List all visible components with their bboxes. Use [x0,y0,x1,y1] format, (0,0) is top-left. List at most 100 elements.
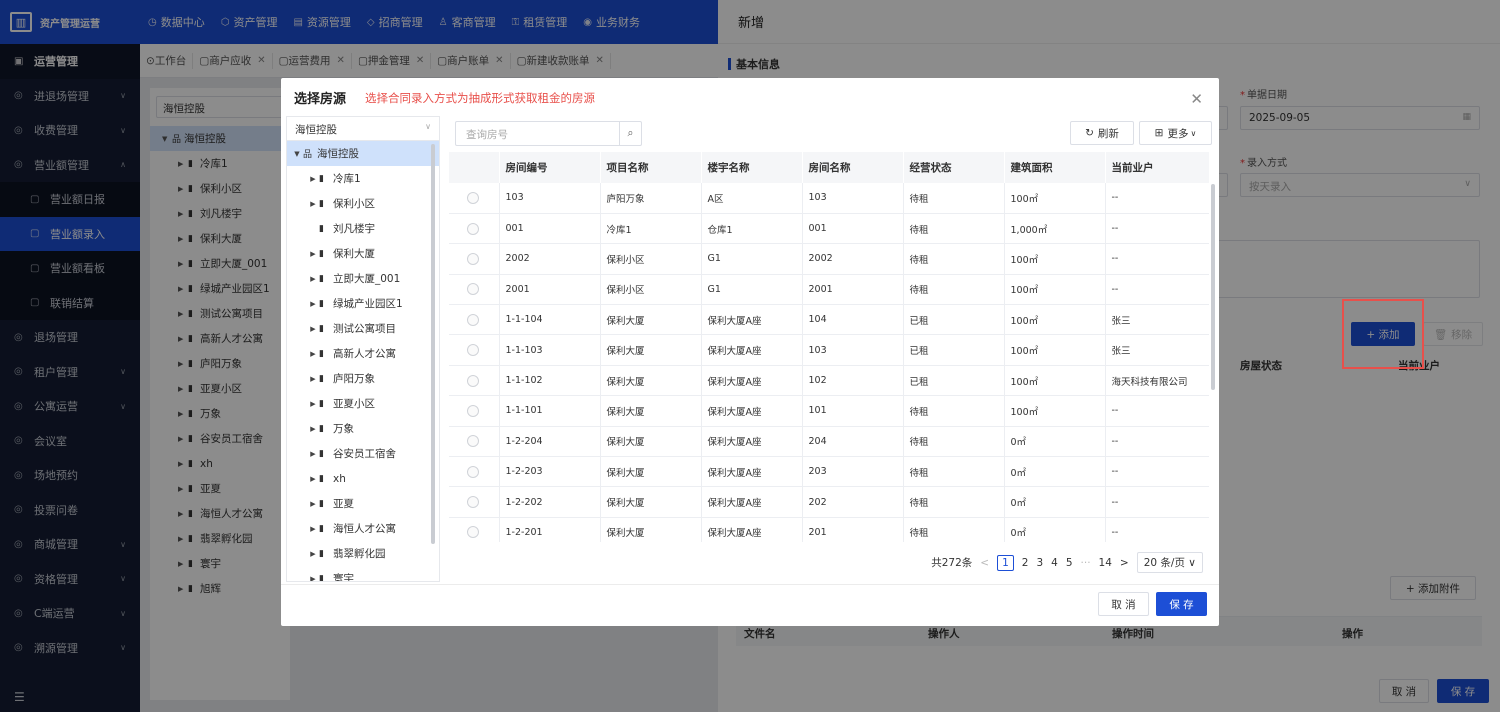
room-search-input[interactable]: 查询房号 ⌕ [455,121,642,146]
radio-cell[interactable] [449,304,500,336]
table-row[interactable]: 1-1-101 保利大厦 保利大厦A座 101 待租 100㎡ -- [449,395,1209,427]
page-size-select[interactable]: 20 条/页 ∨ [1136,552,1203,573]
page-3[interactable]: 3 [1036,557,1043,569]
radio-cell[interactable] [449,243,500,275]
radio-cell[interactable] [449,183,500,214]
modal-tree-node[interactable]: ▶ ▮ 亚夏 [287,491,439,516]
modal-tree-node[interactable]: ▮ 刘凡楼宇 [287,216,439,241]
table-row[interactable]: 1-2-201 保利大厦 保利大厦A座 201 待租 0㎡ -- [449,517,1209,542]
radio-button[interactable] [467,344,479,357]
search-placeholder: 查询房号 [466,129,508,141]
modal-tree-node[interactable]: ▶ ▮ 冷库1 [287,166,439,191]
page-2[interactable]: 2 [1022,557,1029,569]
building-icon: ▮ [319,548,324,559]
table-row[interactable]: 1-2-204 保利大厦 保利大厦A座 204 待租 0㎡ -- [449,426,1209,458]
table-cell: 100㎡ [1004,395,1106,427]
table-cell: -- [1105,213,1209,245]
radio-button[interactable] [467,283,479,296]
table-cell: 2002 [499,243,601,275]
radio-button[interactable] [467,222,479,235]
modal-tree-node[interactable]: ▶ ▮ 海恒人才公寓 [287,516,439,541]
radio-button[interactable] [467,374,479,387]
table-cell: 待租 [903,243,1005,275]
table-cell: 204 [802,426,904,458]
modal-tree-node[interactable]: ▶ ▮ 万象 [287,416,439,441]
radio-button[interactable] [467,465,479,478]
modal-tree-node[interactable]: ▶ ▮ 翡翠孵化园 [287,541,439,566]
refresh-button[interactable]: ↻ 刷新 [1070,121,1134,145]
table-cell: 待租 [903,395,1005,427]
radio-cell[interactable] [449,395,500,427]
table-cell: 保利大厦 [600,456,702,488]
modal-tree-root-label: 海恒控股 [317,148,359,160]
table-cell: 保利大厦A座 [701,456,803,488]
table-row[interactable]: 2001 保利小区 G1 2001 待租 100㎡ -- [449,274,1209,306]
table-row[interactable]: 1-1-102 保利大厦 保利大厦A座 102 已租 100㎡ 海天科技有限公司 [449,365,1209,397]
table-cell: 1-2-203 [499,456,601,488]
table-row[interactable]: 103 庐阳万象 A区 103 待租 100㎡ -- [449,183,1209,214]
radio-button[interactable] [467,404,479,417]
more-button[interactable]: ⊞ 更多 ∨ [1139,121,1212,145]
table-cell: 1-1-103 [499,334,601,366]
radio-cell[interactable] [449,334,500,366]
table-row[interactable]: 1-1-104 保利大厦 保利大厦A座 104 已租 100㎡ 张三 [449,304,1209,336]
table-header-row: 房间编号 项目名称 楼宇名称 房间名称 经营状态 建筑面积 当前业户 [449,152,1209,183]
radio-cell[interactable] [449,456,500,488]
table-cell: 0㎡ [1004,517,1106,542]
page-5[interactable]: 5 [1066,557,1073,569]
modal-save-button[interactable]: 保 存 [1156,592,1207,616]
modal-title: 选择房源 [294,92,347,107]
ellipsis[interactable]: ··· [1081,557,1091,569]
page-1[interactable]: 1 [997,554,1014,571]
table-cell: 201 [802,517,904,542]
modal-tree-node[interactable]: ▶ ▮ 立即大厦_001 [287,266,439,291]
modal-tree-node[interactable]: ▶ ▮ 保利小区 [287,191,439,216]
modal-tree-node[interactable]: ▶ ▮ 庐阳万象 [287,366,439,391]
radio-cell[interactable] [449,486,500,518]
radio-button[interactable] [467,313,479,326]
radio-button[interactable] [467,496,479,509]
modal-tree-node[interactable]: ▶ ▮ xh [287,466,439,491]
radio-cell[interactable] [449,274,500,306]
page-4[interactable]: 4 [1051,557,1058,569]
modal-tree-node[interactable]: ▶ ▮ 寰宇 [287,566,439,581]
table-scrollbar[interactable] [1211,184,1215,390]
search-icon[interactable]: ⌕ [619,122,641,145]
radio-cell[interactable] [449,426,500,458]
table-row[interactable]: 1-2-202 保利大厦 保利大厦A座 202 待租 0㎡ -- [449,486,1209,518]
table-row[interactable]: 001 冷库1 仓库1 001 待租 1,000㎡ -- [449,213,1209,245]
modal-tree-select[interactable]: 海恒控股 ∨ [287,117,439,141]
next-page-icon[interactable]: > [1120,557,1129,569]
prev-page-icon[interactable]: < [980,557,989,569]
modal-tree-node[interactable]: ▶ ▮ 测试公寓项目 [287,316,439,341]
modal-tree-node[interactable]: ▶ ▮ 谷安员工宿舍 [287,441,439,466]
radio-cell[interactable] [449,517,500,542]
table-row[interactable]: 1-1-103 保利大厦 保利大厦A座 103 已租 100㎡ 张三 [449,334,1209,366]
modal-tree-node-label: 测试公寓项目 [333,323,396,335]
tree-scrollbar[interactable] [431,144,435,544]
table-row[interactable]: 1-2-203 保利大厦 保利大厦A座 203 待租 0㎡ -- [449,456,1209,488]
modal-tree-node[interactable]: ▶ ▮ 绿城产业园区1 [287,291,439,316]
radio-cell[interactable] [449,365,500,397]
radio-cell[interactable] [449,213,500,245]
modal-tree-node[interactable]: ▶ ▮ 保利大厦 [287,241,439,266]
modal-tree-node[interactable]: ▶ ▮ 高新人才公寓 [287,341,439,366]
modal-tree-root[interactable]: ▼ 品 海恒控股 [287,141,439,166]
close-icon[interactable]: ✕ [1190,90,1203,108]
building-icon: ▮ [319,248,324,259]
radio-button[interactable] [467,435,479,448]
modal-tree-node-label: 谷安员工宿舍 [333,448,396,460]
table-row[interactable]: 2002 保利小区 G1 2002 待租 100㎡ -- [449,243,1209,275]
page-14[interactable]: 14 [1099,557,1112,569]
radio-button[interactable] [467,526,479,539]
table-cell: 保利大厦A座 [701,395,803,427]
caret-down-icon: ▼ [294,149,300,158]
radio-button[interactable] [467,191,479,204]
modal-cancel-button[interactable]: 取 消 [1098,592,1149,616]
modal-tree-node[interactable]: ▶ ▮ 亚夏小区 [287,391,439,416]
table-cell: 保利大厦A座 [701,426,803,458]
grid-icon: ⊞ [1154,127,1164,139]
table-cell: 103 [802,334,904,366]
radio-button[interactable] [467,252,479,265]
table-header-1: 房间编号 [499,152,601,183]
